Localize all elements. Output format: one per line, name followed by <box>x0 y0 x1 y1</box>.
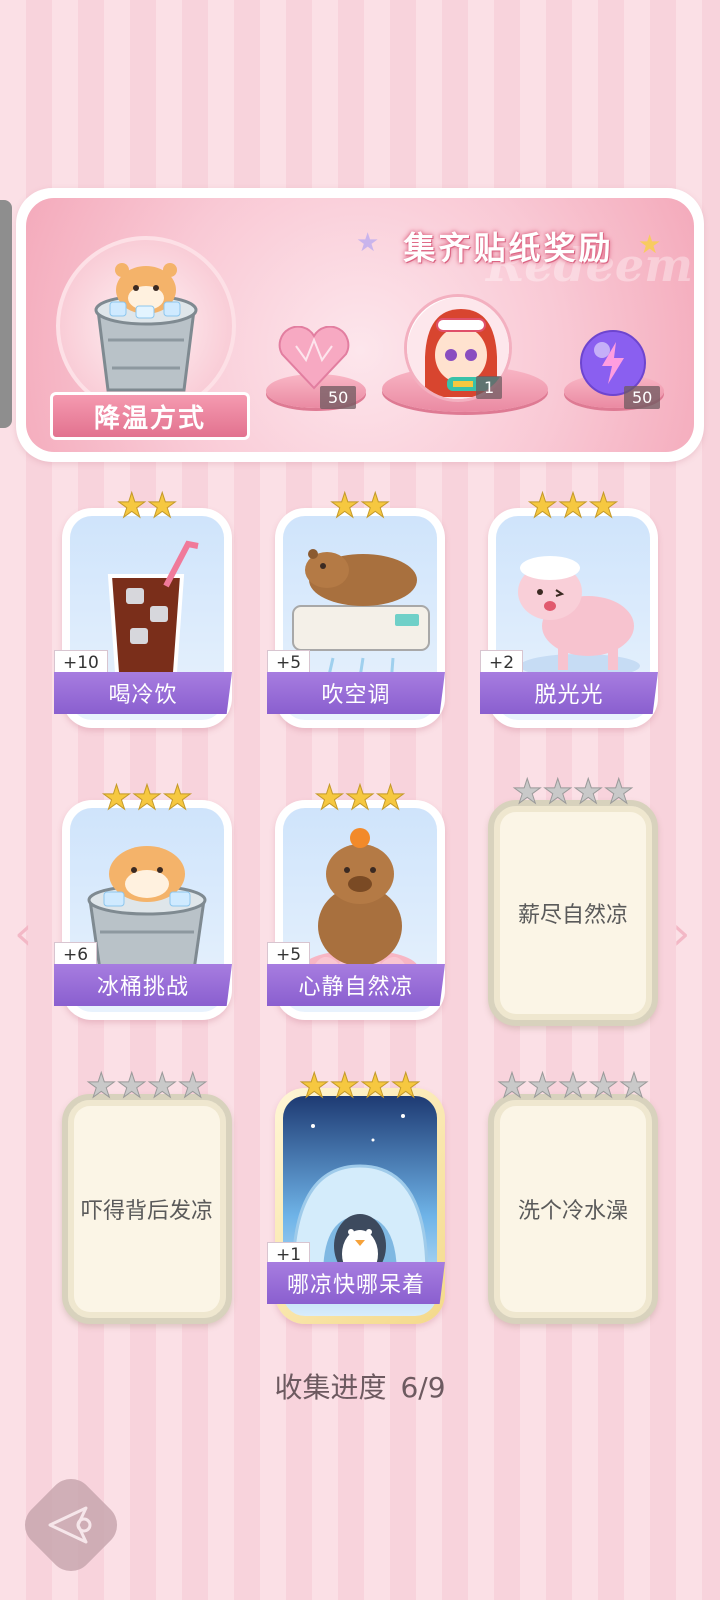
sticker-card[interactable]: ★ ★ +10 喝冷饮 <box>54 486 232 728</box>
locked-sticker-card[interactable]: 吓得背后发凉 ★ ★ ★ ★ <box>62 1066 232 1324</box>
card-label: 吹空调 <box>267 672 445 714</box>
sticker-card[interactable]: ★ ★ +5 吹空调 <box>267 486 445 728</box>
card-label: 喝冷饮 <box>54 672 232 714</box>
locked-sticker-card[interactable]: 薪尽自然凉 ★ ★ ★ ★ <box>488 772 658 1026</box>
progress-label: 收集进度 <box>274 1371 387 1404</box>
star-rating: ★ ★ ★ ★ <box>299 1066 422 1106</box>
sparkle-star-icon: ★ <box>356 228 380 258</box>
sparkle-star-icon: ★ <box>638 230 662 260</box>
collection-progress: 收集进度 6/9 <box>0 1366 720 1406</box>
sticker-card[interactable]: ★ ★ ★ ★ +1 哪凉快哪呆着 <box>267 1066 445 1324</box>
reward-count: 50 <box>320 386 357 409</box>
star-rating: ★ ★ ★ ★ <box>86 1066 209 1106</box>
side-edge-handle[interactable] <box>0 200 12 428</box>
star-rating: ★ ★ <box>329 486 391 526</box>
star-rating: ★ ★ ★ ★ <box>512 772 635 812</box>
chevron-right-icon[interactable]: › <box>672 906 690 960</box>
card-label: 哪凉快哪呆着 <box>267 1262 445 1304</box>
card-label: 吓得背后发凉 <box>80 1199 213 1224</box>
sticker-card[interactable]: ★ ★ ★ +5 心静自然凉 <box>267 778 445 1020</box>
progress-value: 6/9 <box>400 1371 446 1404</box>
hamster-ice-bucket-icon <box>56 236 236 416</box>
card-label: 心静自然凉 <box>267 964 445 1006</box>
star-rating: ★ ★ <box>116 486 178 526</box>
sticker-card[interactable]: ★ ★ ★ +2 脱光光 <box>480 486 658 728</box>
locked-sticker-card[interactable]: 洗个冷水澡 ★ ★ ★ ★ ★ <box>488 1066 658 1324</box>
star-rating: ★ ★ ★ <box>527 486 619 526</box>
back-arrow-icon[interactable] <box>44 1500 100 1550</box>
sticker-reward-banner: Redeem ★ 集齐贴纸奖励 ★ 降温方式 50 1 50 <box>16 188 704 462</box>
banner-title: 集齐贴纸奖励 <box>403 229 614 267</box>
sticker-card[interactable]: ★ ★ ★ +6 冰桶挑战 <box>54 778 232 1020</box>
star-rating: ★ ★ ★ <box>314 778 406 818</box>
card-label: 洗个冷水澡 <box>517 1199 628 1224</box>
reward-count: 1 <box>476 376 503 399</box>
star-rating: ★ ★ ★ ★ ★ <box>496 1066 650 1106</box>
reward-count: 50 <box>624 386 661 409</box>
cooling-method-ribbon: 降温方式 <box>50 392 250 440</box>
star-rating: ★ ★ ★ <box>101 778 193 818</box>
card-label: 脱光光 <box>480 672 658 714</box>
card-label: 薪尽自然凉 <box>517 903 628 928</box>
card-label: 冰桶挑战 <box>54 964 232 1006</box>
chevron-left-icon[interactable]: ‹ <box>14 906 32 960</box>
